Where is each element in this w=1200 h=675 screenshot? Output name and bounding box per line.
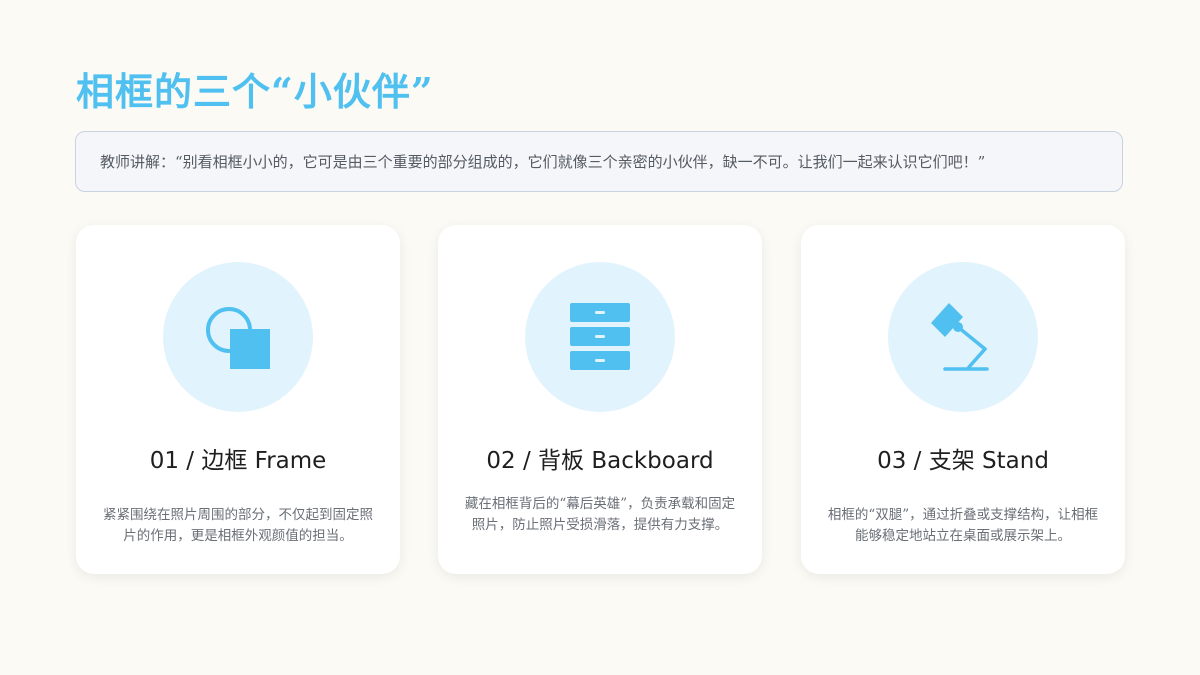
card-frame: 01 / 边框 Frame 紧紧围绕在照片周围的部分，不仅起到固定照片的作用，更… xyxy=(76,225,400,574)
teacher-speech-text: 教师讲解：“别看相框小小的，它可是由三个重要的部分组成的，它们就像三个亲密的小伙… xyxy=(100,153,986,171)
card-description: 藏在相框背后的“幕后英雄”，负责承载和固定照片，防止照片受损滑落，提供有力支撑。 xyxy=(464,496,736,533)
slide: 相框的三个“小伙伴” 教师讲解：“别看相框小小的，它可是由三个重要的部分组成的，… xyxy=(0,0,1200,675)
card-description: 紧紧围绕在照片周围的部分，不仅起到固定照片的作用，更是相框外观颜值的担当。 xyxy=(103,507,373,544)
card-title: 02 / 背板 Backboard xyxy=(486,448,714,474)
page-title: 相框的三个“小伙伴” xyxy=(76,69,434,114)
drawer-cabinet-icon xyxy=(570,303,630,370)
card-description: 相框的“双腿”，通过折叠或支撑结构，让相框能够稳定地站立在桌面或展示架上。 xyxy=(827,507,1099,544)
teacher-speech-box: 教师讲解：“别看相框小小的，它可是由三个重要的部分组成的，它们就像三个亲密的小伙… xyxy=(75,131,1123,192)
card-title: 01 / 边框 Frame xyxy=(149,448,327,474)
frame-shapes-icon xyxy=(206,307,270,369)
card-backboard: 02 / 背板 Backboard 藏在相框背后的“幕后英雄”，负责承载和固定照… xyxy=(438,225,762,574)
icon-circle xyxy=(888,262,1038,412)
card-stand: 03 / 支架 Stand 相框的“双腿”，通过折叠或支撑结构，让相框能够稳定地… xyxy=(801,225,1125,574)
icon-circle xyxy=(525,262,675,412)
card-title: 03 / 支架 Stand xyxy=(877,448,1049,474)
desk-lamp-icon xyxy=(931,303,989,371)
icon-circle xyxy=(163,262,313,412)
